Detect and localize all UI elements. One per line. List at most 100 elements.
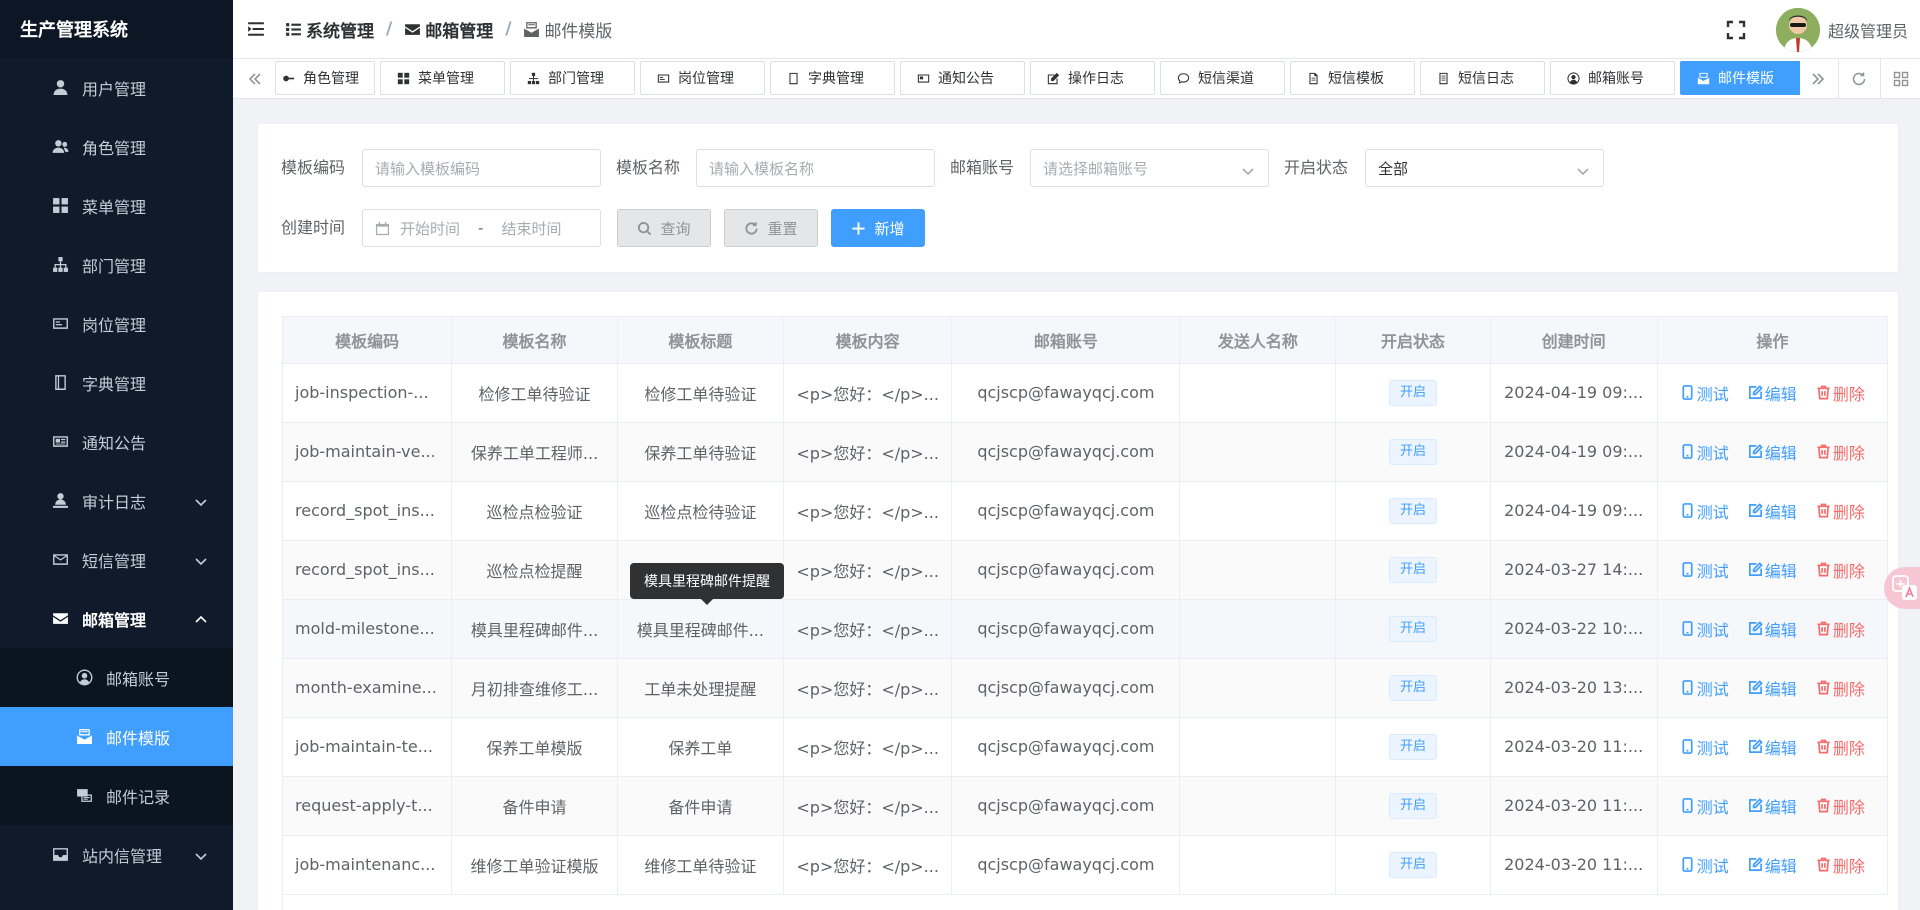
tag-mail-template[interactable]: 邮件模版 — [1680, 61, 1800, 95]
tag-sms-channel[interactable]: 短信渠道 — [1160, 61, 1285, 95]
cell-code: month-examine... — [283, 658, 453, 718]
column-header[interactable]: 邮箱账号 — [951, 317, 1181, 364]
table-row[interactable]: job-inspection-... 检修工单待验证 检修工单待验证 <p>您好… — [283, 363, 1888, 423]
test-button[interactable]: 测试 — [1680, 499, 1729, 523]
column-header[interactable]: 操作 — [1657, 317, 1888, 364]
sidebar-item-dict[interactable]: 字典管理 — [0, 353, 233, 412]
breadcrumb-item[interactable]: 系统管理 — [285, 17, 374, 42]
delete-button[interactable]: 删除 — [1816, 735, 1865, 759]
column-header[interactable]: 模板编码 — [283, 317, 453, 364]
edit-button[interactable]: 编辑 — [1748, 381, 1797, 405]
edit-button[interactable]: 编辑 — [1748, 440, 1797, 464]
cell-account: qcjscp@fawayqcj.com — [951, 717, 1181, 777]
sidebar-item-inbox[interactable]: 站内信管理 — [0, 825, 233, 884]
table-row[interactable]: job-maintenanc... 维修工单验证模版 维修工单待验证 <p>您好… — [283, 835, 1888, 895]
account-select[interactable]: 请选择邮箱账号 — [1030, 149, 1269, 187]
test-button[interactable]: 测试 — [1680, 440, 1729, 464]
delete-button[interactable]: 删除 — [1816, 853, 1865, 877]
trash-icon — [1817, 680, 1830, 695]
breadcrumb-item[interactable]: 邮箱管理 — [404, 17, 493, 42]
tag-oplog[interactable]: 操作日志 — [1030, 61, 1155, 95]
table-row[interactable]: record_spot_ins... 巡检点检验证 巡检点检待验证 <p>您好：… — [283, 481, 1888, 541]
edit-button[interactable]: 编辑 — [1748, 499, 1797, 523]
end-date-input[interactable]: 结束时间 — [501, 218, 561, 239]
grid-menu-icon[interactable] — [1880, 59, 1920, 99]
sidebar-item-post[interactable]: 岗位管理 — [0, 294, 233, 353]
avatar[interactable] — [1775, 7, 1820, 52]
username[interactable]: 超级管理员 — [1828, 18, 1908, 42]
delete-button[interactable]: 删除 — [1816, 676, 1865, 700]
table-row[interactable]: job-maintain-ve... 保养工单工程师... 保养工单待验证 <p… — [283, 422, 1888, 482]
cell-sender — [1179, 658, 1337, 718]
table-row[interactable]: job-maintain-te... 保养工单模版 保养工单 <p>您好：</p… — [283, 717, 1888, 777]
tag-menu[interactable]: 菜单管理 — [380, 61, 505, 95]
tag-sms-template[interactable]: 短信模板 — [1290, 61, 1415, 95]
delete-button[interactable]: 删除 — [1816, 558, 1865, 582]
add-button[interactable]: 新增 — [831, 209, 925, 247]
delete-button[interactable]: 删除 — [1816, 617, 1865, 641]
column-header[interactable]: 模板名称 — [451, 317, 618, 364]
edit-button[interactable]: 编辑 — [1748, 794, 1797, 818]
sidebar-subitem-mail-record[interactable]: 邮件记录 — [0, 766, 233, 825]
hamburger-icon[interactable] — [247, 18, 269, 40]
column-header[interactable]: 创建时间 — [1490, 317, 1658, 364]
delete-button[interactable]: 删除 — [1816, 794, 1865, 818]
date-range-picker[interactable]: 开始时间 - 结束时间 — [362, 209, 601, 247]
table-row[interactable]: record_spot_ins... 巡检点检提醒 <p>您好：</p>... … — [283, 540, 1888, 600]
edit-button[interactable]: 编辑 — [1748, 617, 1797, 641]
tag-sms-log[interactable]: 短信日志 — [1420, 61, 1545, 95]
status-select[interactable]: 全部 — [1365, 149, 1604, 187]
cell-sender — [1179, 481, 1337, 541]
test-button[interactable]: 测试 — [1680, 381, 1729, 405]
sidebar-subitem-mail-template[interactable]: 邮件模版 — [0, 707, 233, 766]
tag-dict[interactable]: 字典管理 — [770, 61, 895, 95]
test-button[interactable]: 测试 — [1680, 617, 1729, 641]
start-date-input[interactable]: 开始时间 — [400, 218, 460, 239]
test-button[interactable]: 测试 — [1680, 853, 1729, 877]
sidebar-item-role[interactable]: 角色管理 — [0, 117, 233, 176]
translate-float-button[interactable] — [1884, 567, 1920, 609]
refresh-icon[interactable] — [1838, 59, 1878, 99]
column-header[interactable]: 发送人名称 — [1179, 317, 1337, 364]
tag-post[interactable]: 岗位管理 — [640, 61, 765, 95]
sidebar-item-mail[interactable]: 邮箱管理 — [0, 589, 233, 648]
test-button[interactable]: 测试 — [1680, 794, 1729, 818]
test-button[interactable]: 测试 — [1680, 558, 1729, 582]
delete-button[interactable]: 删除 — [1816, 499, 1865, 523]
tag-notice[interactable]: 通知公告 — [900, 61, 1025, 95]
edit-button[interactable]: 编辑 — [1748, 735, 1797, 759]
delete-button[interactable]: 删除 — [1816, 381, 1865, 405]
edit-button[interactable]: 编辑 — [1748, 676, 1797, 700]
column-header[interactable]: 模板标题 — [617, 317, 784, 364]
sidebar-item-menu[interactable]: 菜单管理 — [0, 176, 233, 235]
tag-role[interactable]: 角色管理 — [275, 61, 375, 95]
column-header[interactable]: 开启状态 — [1335, 317, 1491, 364]
test-button[interactable]: 测试 — [1680, 735, 1729, 759]
tag-mail-account[interactable]: 邮箱账号 — [1550, 61, 1675, 95]
edit-button[interactable]: 编辑 — [1748, 558, 1797, 582]
sidebar-item-dept[interactable]: 部门管理 — [0, 235, 233, 294]
query-button[interactable]: 查询 — [617, 209, 711, 247]
tags-scroll-left-icon[interactable] — [237, 59, 273, 99]
name-input[interactable]: 请输入模板名称 — [696, 149, 935, 187]
fullscreen-icon[interactable] — [1726, 20, 1746, 40]
sidebar-item-user[interactable]: 用户管理 — [0, 58, 233, 117]
table-row[interactable]: request-apply-t... 备件申请 备件申请 <p>您好：</p>.… — [283, 776, 1888, 836]
tag-dept[interactable]: 部门管理 — [510, 61, 635, 95]
sidebar-subitem-mail-account[interactable]: 邮箱账号 — [0, 648, 233, 707]
column-header[interactable]: 模板内容 — [783, 317, 953, 364]
tags-scroll-right-icon[interactable] — [1800, 59, 1836, 99]
test-button[interactable]: 测试 — [1680, 676, 1729, 700]
cell-code: job-maintain-te... — [283, 717, 453, 777]
reset-button[interactable]: 重置 — [724, 209, 818, 247]
code-input[interactable]: 请输入模板编码 — [362, 149, 601, 187]
sidebar-item-audit[interactable]: 审计日志 — [0, 471, 233, 530]
edit-icon — [1748, 562, 1763, 576]
table-row[interactable]: mold-milestone... 模具里程碑邮件... 模具里程碑邮件... … — [283, 599, 1888, 659]
table-row[interactable]: month-examine... 月初排查维修工... 工单未处理提醒 <p>您… — [283, 658, 1888, 718]
edit-button[interactable]: 编辑 — [1748, 853, 1797, 877]
cell-content: <p>您好：</p>... — [783, 481, 953, 541]
delete-button[interactable]: 删除 — [1816, 440, 1865, 464]
sidebar-item-sms[interactable]: 短信管理 — [0, 530, 233, 589]
sidebar-item-notice[interactable]: 通知公告 — [0, 412, 233, 471]
